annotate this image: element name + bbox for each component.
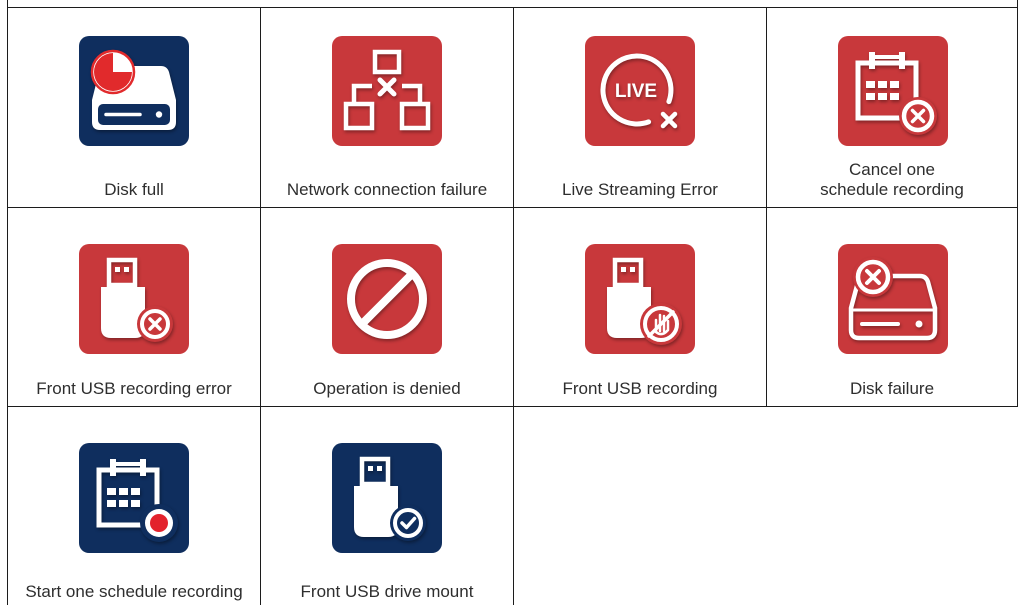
icon-label: Live Streaming Error bbox=[562, 180, 718, 199]
icon-cell-operation-denied: Operation is denied bbox=[260, 207, 513, 407]
network-connection-failure-icon bbox=[332, 36, 442, 146]
table-border bbox=[7, 0, 8, 7]
live-streaming-error-icon: LIVE bbox=[585, 36, 695, 146]
icon-cell-usb-recording-error: Front USB recording error bbox=[7, 207, 260, 407]
icon-label: Start one schedule recording bbox=[25, 582, 243, 601]
operation-denied-icon bbox=[332, 244, 442, 354]
icon-cell-start-schedule-recording: Start one schedule recording bbox=[7, 407, 260, 605]
icon-cell-live-streaming-error: LIVE Live Streaming Error bbox=[513, 7, 766, 207]
disk-failure-icon bbox=[838, 244, 948, 354]
cancel-schedule-recording-icon bbox=[838, 36, 948, 146]
start-schedule-recording-icon bbox=[79, 443, 189, 553]
icon-label: Cancel one schedule recording bbox=[820, 160, 964, 199]
table-border bbox=[1017, 0, 1018, 7]
usb-drive-mount-icon bbox=[332, 443, 442, 553]
usb-recording-blocked-icon bbox=[585, 244, 695, 354]
icon-cell-network-connection-failure: Network connection failure bbox=[260, 7, 513, 207]
icon-label: Network connection failure bbox=[286, 180, 488, 199]
usb-recording-error-icon bbox=[79, 244, 189, 354]
icon-label: Operation is denied bbox=[313, 379, 461, 398]
icon-cell-disk-failure: Disk failure bbox=[766, 207, 1018, 407]
icon-cell-cancel-schedule-recording: Cancel one schedule recording bbox=[766, 7, 1018, 207]
icon-label: Disk failure bbox=[849, 379, 935, 398]
icon-cell-usb-recording: Front USB recording bbox=[513, 207, 766, 407]
disk-full-icon bbox=[79, 36, 189, 146]
live-text: LIVE bbox=[615, 81, 657, 102]
icon-reference-table: Disk full Network connection failure LIV… bbox=[0, 0, 1020, 605]
icon-cell-usb-drive-mount: Front USB drive mount bbox=[260, 407, 514, 605]
icon-label: Front USB recording error bbox=[36, 379, 232, 398]
icon-label: Front USB drive mount bbox=[300, 582, 474, 601]
icon-label: Disk full bbox=[104, 180, 164, 199]
icon-cell-disk-full: Disk full bbox=[7, 7, 260, 207]
icon-label: Front USB recording bbox=[562, 379, 718, 398]
